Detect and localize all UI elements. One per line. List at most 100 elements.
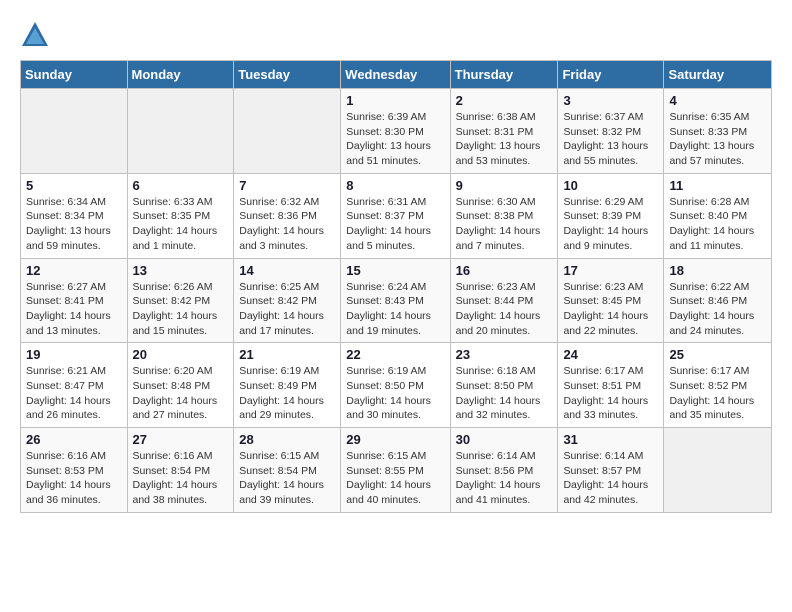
page-header — [20, 20, 772, 50]
day-number: 10 — [563, 178, 658, 193]
day-info: Sunrise: 6:31 AM Sunset: 8:37 PM Dayligh… — [346, 195, 444, 254]
day-info: Sunrise: 6:19 AM Sunset: 8:50 PM Dayligh… — [346, 364, 444, 423]
day-info: Sunrise: 6:15 AM Sunset: 8:54 PM Dayligh… — [239, 449, 335, 508]
calendar-cell: 4 Sunrise: 6:35 AM Sunset: 8:33 PM Daylig… — [664, 89, 772, 174]
day-info: Sunrise: 6:17 AM Sunset: 8:52 PM Dayligh… — [669, 364, 766, 423]
calendar-cell: 31 Sunrise: 6:14 AM Sunset: 8:57 PM Dayli… — [558, 428, 664, 513]
day-of-week-header: Thursday — [450, 61, 558, 89]
day-info: Sunrise: 6:19 AM Sunset: 8:49 PM Dayligh… — [239, 364, 335, 423]
calendar-cell: 14 Sunrise: 6:25 AM Sunset: 8:42 PM Dayli… — [234, 258, 341, 343]
day-number: 29 — [346, 432, 444, 447]
calendar-week-row: 1 Sunrise: 6:39 AM Sunset: 8:30 PM Daylig… — [21, 89, 772, 174]
day-number: 1 — [346, 93, 444, 108]
day-number: 30 — [456, 432, 553, 447]
day-info: Sunrise: 6:35 AM Sunset: 8:33 PM Dayligh… — [669, 110, 766, 169]
day-number: 17 — [563, 263, 658, 278]
day-info: Sunrise: 6:39 AM Sunset: 8:30 PM Dayligh… — [346, 110, 444, 169]
calendar-cell: 1 Sunrise: 6:39 AM Sunset: 8:30 PM Daylig… — [341, 89, 450, 174]
calendar-cell: 20 Sunrise: 6:20 AM Sunset: 8:48 PM Dayli… — [127, 343, 234, 428]
day-info: Sunrise: 6:21 AM Sunset: 8:47 PM Dayligh… — [26, 364, 122, 423]
day-number: 22 — [346, 347, 444, 362]
day-number: 31 — [563, 432, 658, 447]
calendar-cell: 16 Sunrise: 6:23 AM Sunset: 8:44 PM Dayli… — [450, 258, 558, 343]
day-number: 2 — [456, 93, 553, 108]
day-number: 26 — [26, 432, 122, 447]
calendar-cell: 18 Sunrise: 6:22 AM Sunset: 8:46 PM Dayli… — [664, 258, 772, 343]
calendar-week-row: 19 Sunrise: 6:21 AM Sunset: 8:47 PM Dayli… — [21, 343, 772, 428]
calendar-week-row: 12 Sunrise: 6:27 AM Sunset: 8:41 PM Dayli… — [21, 258, 772, 343]
calendar-cell — [234, 89, 341, 174]
day-number: 5 — [26, 178, 122, 193]
day-of-week-header: Monday — [127, 61, 234, 89]
calendar-cell: 26Sunrise: 6:16 AM Sunset: 8:53 PM Dayli… — [21, 428, 128, 513]
day-number: 20 — [133, 347, 229, 362]
calendar-cell: 2 Sunrise: 6:38 AM Sunset: 8:31 PM Daylig… — [450, 89, 558, 174]
calendar-cell: 9 Sunrise: 6:30 AM Sunset: 8:38 PM Daylig… — [450, 173, 558, 258]
day-of-week-header: Sunday — [21, 61, 128, 89]
day-info: Sunrise: 6:28 AM Sunset: 8:40 PM Dayligh… — [669, 195, 766, 254]
calendar-cell: 23 Sunrise: 6:18 AM Sunset: 8:50 PM Dayli… — [450, 343, 558, 428]
day-info: Sunrise: 6:14 AM Sunset: 8:56 PM Dayligh… — [456, 449, 553, 508]
calendar-cell: 7Sunrise: 6:32 AM Sunset: 8:36 PM Daylig… — [234, 173, 341, 258]
day-number: 12 — [26, 263, 122, 278]
day-number: 28 — [239, 432, 335, 447]
calendar-cell: 11 Sunrise: 6:28 AM Sunset: 8:40 PM Dayli… — [664, 173, 772, 258]
day-info: Sunrise: 6:23 AM Sunset: 8:44 PM Dayligh… — [456, 280, 553, 339]
day-info: Sunrise: 6:30 AM Sunset: 8:38 PM Dayligh… — [456, 195, 553, 254]
calendar-cell: 27 Sunrise: 6:16 AM Sunset: 8:54 PM Dayli… — [127, 428, 234, 513]
day-number: 13 — [133, 263, 229, 278]
calendar-cell: 29Sunrise: 6:15 AM Sunset: 8:55 PM Dayli… — [341, 428, 450, 513]
logo — [20, 20, 54, 50]
day-number: 19 — [26, 347, 122, 362]
calendar-cell: 15Sunrise: 6:24 AM Sunset: 8:43 PM Dayli… — [341, 258, 450, 343]
calendar-cell — [664, 428, 772, 513]
day-number: 25 — [669, 347, 766, 362]
calendar-cell: 12 Sunrise: 6:27 AM Sunset: 8:41 PM Dayli… — [21, 258, 128, 343]
calendar-header-row: SundayMondayTuesdayWednesdayThursdayFrid… — [21, 61, 772, 89]
day-info: Sunrise: 6:32 AM Sunset: 8:36 PM Dayligh… — [239, 195, 335, 254]
day-info: Sunrise: 6:25 AM Sunset: 8:42 PM Dayligh… — [239, 280, 335, 339]
calendar-cell — [127, 89, 234, 174]
day-info: Sunrise: 6:33 AM Sunset: 8:35 PM Dayligh… — [133, 195, 229, 254]
day-number: 27 — [133, 432, 229, 447]
calendar-cell: 5Sunrise: 6:34 AM Sunset: 8:34 PM Daylig… — [21, 173, 128, 258]
day-number: 23 — [456, 347, 553, 362]
day-info: Sunrise: 6:22 AM Sunset: 8:46 PM Dayligh… — [669, 280, 766, 339]
day-info: Sunrise: 6:23 AM Sunset: 8:45 PM Dayligh… — [563, 280, 658, 339]
day-number: 6 — [133, 178, 229, 193]
day-info: Sunrise: 6:26 AM Sunset: 8:42 PM Dayligh… — [133, 280, 229, 339]
day-number: 16 — [456, 263, 553, 278]
day-number: 8 — [346, 178, 444, 193]
day-number: 3 — [563, 93, 658, 108]
day-info: Sunrise: 6:16 AM Sunset: 8:54 PM Dayligh… — [133, 449, 229, 508]
day-info: Sunrise: 6:17 AM Sunset: 8:51 PM Dayligh… — [563, 364, 658, 423]
day-of-week-header: Wednesday — [341, 61, 450, 89]
day-number: 15 — [346, 263, 444, 278]
calendar-table: SundayMondayTuesdayWednesdayThursdayFrid… — [20, 60, 772, 513]
calendar-cell: 17 Sunrise: 6:23 AM Sunset: 8:45 PM Dayli… — [558, 258, 664, 343]
day-info: Sunrise: 6:18 AM Sunset: 8:50 PM Dayligh… — [456, 364, 553, 423]
calendar-cell: 22 Sunrise: 6:19 AM Sunset: 8:50 PM Dayli… — [341, 343, 450, 428]
day-number: 9 — [456, 178, 553, 193]
calendar-cell: 21Sunrise: 6:19 AM Sunset: 8:49 PM Dayli… — [234, 343, 341, 428]
calendar-cell: 19 Sunrise: 6:21 AM Sunset: 8:47 PM Dayli… — [21, 343, 128, 428]
day-info: Sunrise: 6:14 AM Sunset: 8:57 PM Dayligh… — [563, 449, 658, 508]
day-info: Sunrise: 6:20 AM Sunset: 8:48 PM Dayligh… — [133, 364, 229, 423]
day-number: 14 — [239, 263, 335, 278]
day-number: 11 — [669, 178, 766, 193]
calendar-cell — [21, 89, 128, 174]
calendar-cell: 30 Sunrise: 6:14 AM Sunset: 8:56 PM Dayli… — [450, 428, 558, 513]
calendar-cell: 3Sunrise: 6:37 AM Sunset: 8:32 PM Daylig… — [558, 89, 664, 174]
day-of-week-header: Saturday — [664, 61, 772, 89]
day-of-week-header: Tuesday — [234, 61, 341, 89]
calendar-cell: 8 Sunrise: 6:31 AM Sunset: 8:37 PM Daylig… — [341, 173, 450, 258]
day-info: Sunrise: 6:27 AM Sunset: 8:41 PM Dayligh… — [26, 280, 122, 339]
day-number: 4 — [669, 93, 766, 108]
day-number: 24 — [563, 347, 658, 362]
calendar-week-row: 5Sunrise: 6:34 AM Sunset: 8:34 PM Daylig… — [21, 173, 772, 258]
calendar-cell: 25 Sunrise: 6:17 AM Sunset: 8:52 PM Dayli… — [664, 343, 772, 428]
day-number: 18 — [669, 263, 766, 278]
day-of-week-header: Friday — [558, 61, 664, 89]
day-info: Sunrise: 6:29 AM Sunset: 8:39 PM Dayligh… — [563, 195, 658, 254]
day-info: Sunrise: 6:38 AM Sunset: 8:31 PM Dayligh… — [456, 110, 553, 169]
